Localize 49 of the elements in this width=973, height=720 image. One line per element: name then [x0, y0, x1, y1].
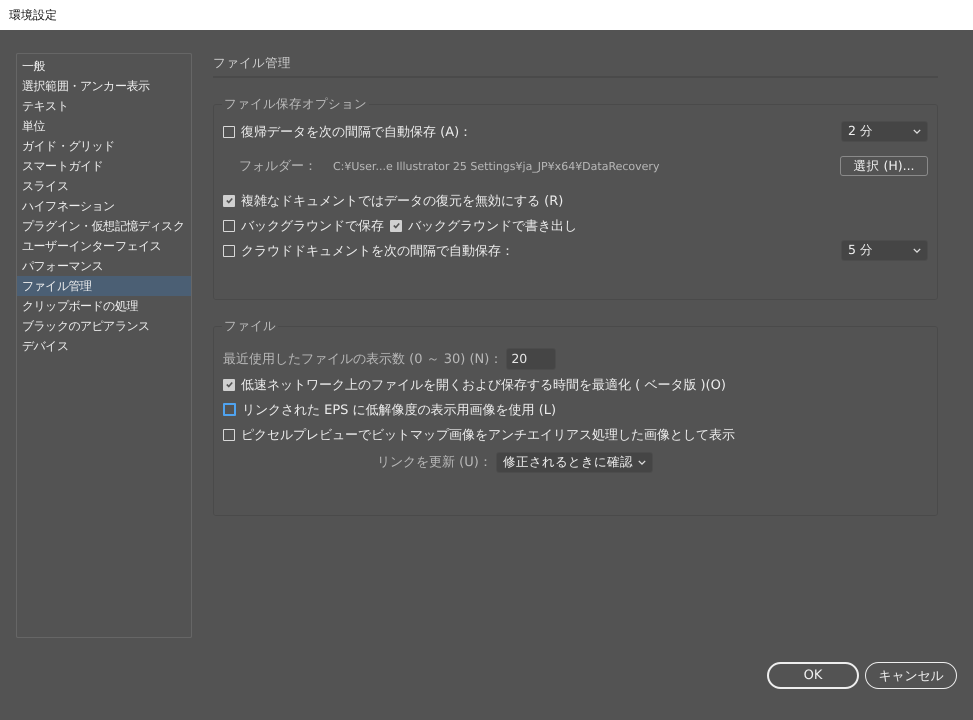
checkbox[interactable]	[223, 378, 235, 390]
checkbox-label: クラウドドキュメントを次の間隔で自動保存：	[241, 242, 514, 260]
checkbox-label: 複雑なドキュメントではデータの復元を無効にする (R)	[241, 192, 564, 210]
checkbox[interactable]	[223, 244, 235, 256]
sidebar-item[interactable]: ファイル管理	[17, 276, 191, 296]
interval-dropdown[interactable]: 5 分	[841, 240, 928, 261]
cancel-button[interactable]: キャンセル	[865, 662, 957, 689]
checkbox[interactable]	[223, 126, 235, 138]
checkbox-label: ピクセルプレビューでビットマップ画像をアンチエイリアス処理した画像として表示	[241, 426, 735, 444]
chevron-down-icon	[913, 248, 921, 253]
interval-dropdown[interactable]: 2 分	[841, 121, 928, 142]
folder-path: C:¥User...e Illustrator 25 Settings¥ja_JP¥x64¥DataRecovery	[333, 160, 660, 172]
checkbox[interactable]	[390, 220, 402, 232]
choose-button[interactable]: 選択 (H)...	[840, 156, 928, 176]
sidebar-item[interactable]: パフォーマンス	[17, 256, 191, 276]
checkbox-label: リンクされた EPS に低解像度の表示用画像を使用 (L)	[242, 402, 556, 418]
sidebar-item[interactable]: ガイド・グリッド	[17, 136, 191, 156]
checkbox-label: 復帰データを次の間隔で自動保存 (A)：	[241, 124, 472, 140]
checkbox-label: バックグラウンドで保存	[241, 218, 384, 234]
sidebar-item[interactable]: クリップボードの処理	[17, 296, 191, 316]
sidebar-item[interactable]: テキスト	[17, 96, 191, 116]
window-title: 環境設定	[9, 6, 57, 24]
sidebar-item[interactable]: デバイス	[17, 336, 191, 356]
sidebar-item[interactable]: ブラックのアピアランス	[17, 316, 191, 336]
checkbox[interactable]	[223, 220, 235, 232]
sidebar-item[interactable]: スマートガイド	[17, 156, 191, 176]
page-title: ファイル管理	[213, 55, 938, 78]
update-links-dropdown[interactable]: 修正されるときに確認	[496, 452, 653, 472]
recent-files-label: 最近使用したファイルの表示数 (0 ～ 30) (N)：	[223, 350, 502, 368]
checkbox[interactable]	[223, 403, 236, 416]
folder-label: フォルダー：	[239, 158, 317, 175]
checkbox-label: 低速ネットワーク上のファイルを開くおよび保存する時間を最適化 ( ベータ版 )(O)	[241, 376, 726, 394]
sidebar-item[interactable]: 選択範囲・アンカー表示	[17, 76, 191, 96]
checkbox[interactable]	[223, 194, 235, 206]
checkbox[interactable]	[223, 428, 235, 440]
update-links-label: リンクを更新 (U)：	[377, 454, 492, 471]
group-legend: ファイル保存オプション	[222, 96, 369, 113]
sidebar-item[interactable]: 一般	[17, 56, 191, 76]
chevron-down-icon	[913, 129, 921, 134]
ok-button[interactable]: OK	[767, 662, 859, 689]
sidebar-item[interactable]: ユーザーインターフェイス	[17, 236, 191, 256]
group-legend: ファイル	[222, 318, 278, 335]
chevron-down-icon	[638, 460, 646, 464]
sidebar-item[interactable]: スライス	[17, 176, 191, 196]
sidebar-item[interactable]: プラグイン・仮想記憶ディスク	[17, 216, 191, 236]
sidebar-item[interactable]: ハイフネーション	[17, 196, 191, 216]
sidebar-item[interactable]: 単位	[17, 116, 191, 136]
checkbox-label: バックグラウンドで書き出し	[408, 218, 577, 234]
recent-files-field[interactable]: 20	[506, 348, 556, 370]
